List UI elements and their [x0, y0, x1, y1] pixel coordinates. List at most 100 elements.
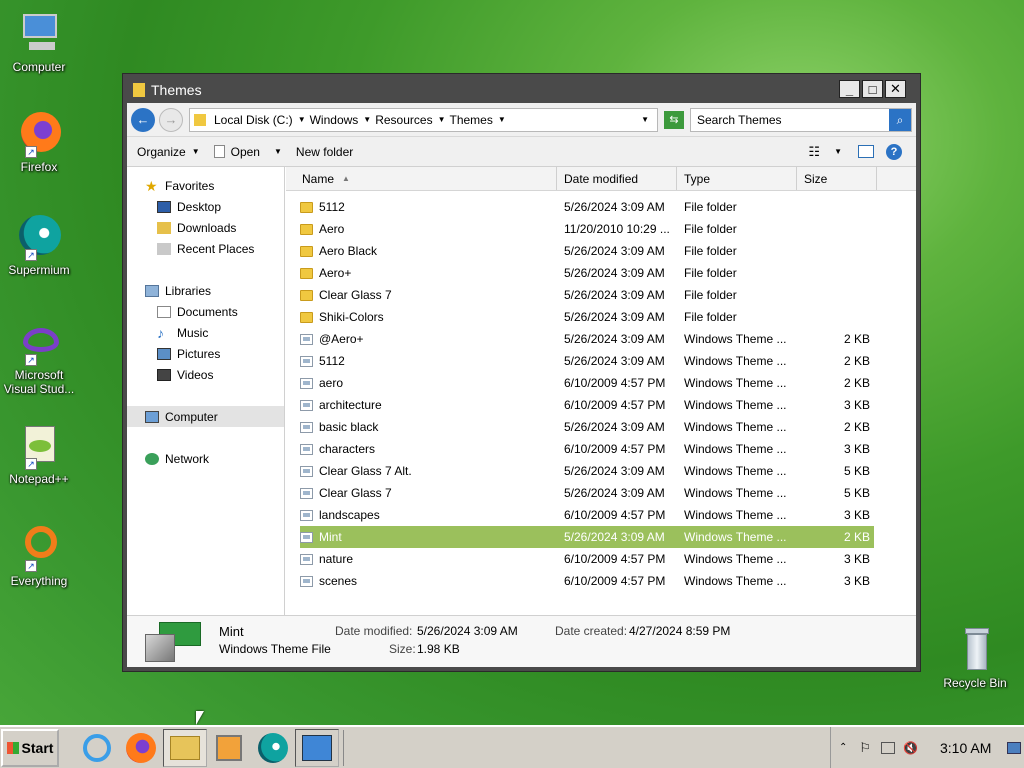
file-row[interactable]: architecture 6/10/2009 4:57 PM Windows The…	[300, 394, 916, 416]
refresh-button[interactable]: ⇆	[664, 110, 684, 129]
column-header-size[interactable]: Size	[797, 167, 877, 190]
details-created-value: 4/27/2024 8:59 PM	[629, 624, 731, 638]
nav-libraries[interactable]: Libraries	[127, 280, 284, 301]
address-bar[interactable]: Local Disk (C:) ▼ Windows ▼ Resources ▼ The…	[189, 107, 658, 132]
clock[interactable]: 3:10 AM	[940, 740, 991, 756]
file-size: 5 KB	[843, 486, 870, 500]
preview-pane-icon[interactable]	[858, 145, 874, 158]
file-row[interactable]: nature 6/10/2009 4:57 PM Windows Theme ...…	[300, 548, 916, 570]
nav-videos[interactable]: Videos	[127, 364, 284, 385]
taskbar-media-player[interactable]	[207, 729, 251, 767]
file-row[interactable]: Shiki-Colors 5/26/2024 3:09 AM File folder	[300, 306, 916, 328]
show-hidden-icons-icon[interactable]: ⌃	[839, 742, 847, 753]
desktop-icon-supermium[interactable]: ↗ Supermium	[2, 213, 76, 277]
chevron-down-icon[interactable]: ▼	[363, 115, 371, 124]
nav-desktop[interactable]: Desktop	[127, 196, 284, 217]
desktop-icon-notepad-plus[interactable]: ↗ Notepad++	[2, 422, 76, 486]
start-button[interactable]: Start	[1, 728, 59, 767]
taskbar-control-panel[interactable]	[295, 728, 339, 767]
file-name: nature	[319, 552, 354, 566]
breadcrumb-local-disk[interactable]: Local Disk (C:) ▼	[214, 113, 306, 127]
help-icon[interactable]: ?	[886, 143, 902, 160]
chevron-down-icon[interactable]: ▼	[298, 115, 306, 124]
search-input[interactable]: Search Themes ⌕	[690, 107, 912, 132]
file-row[interactable]: @Aero+ 5/26/2024 3:09 AM Windows Theme ...…	[300, 328, 916, 350]
chevron-down-icon[interactable]: ▼	[274, 147, 282, 156]
theme-file-icon	[300, 377, 313, 389]
taskbar-internet-explorer[interactable]	[75, 729, 119, 767]
chevron-down-icon[interactable]: ▼	[834, 147, 842, 156]
file-row[interactable]: Clear Glass 7 5/26/2024 3:09 AM File folde…	[300, 284, 916, 306]
file-name: basic black	[319, 420, 379, 434]
nav-documents[interactable]: Documents	[127, 301, 284, 322]
file-row[interactable]: Aero+ 5/26/2024 3:09 AM File folder	[300, 262, 916, 284]
back-button[interactable]: ←	[131, 107, 155, 132]
file-row[interactable]: Clear Glass 7 Alt. 5/26/2024 3:09 AM Windo…	[300, 460, 916, 482]
column-header-type[interactable]: Type	[677, 167, 797, 190]
nav-music[interactable]: ♪ Music	[127, 322, 284, 343]
network-tray-icon[interactable]	[881, 741, 896, 754]
file-row[interactable]: Aero 11/20/2010 10:29 ... File folder	[300, 218, 916, 240]
theme-file-icon	[300, 509, 313, 521]
nav-network[interactable]: Network	[127, 448, 284, 469]
file-row[interactable]: Clear Glass 7 5/26/2024 3:09 AM Windows Th…	[300, 482, 916, 504]
supermium-icon: ↗	[15, 213, 63, 261]
view-options-icon[interactable]: ☷	[808, 144, 820, 160]
desktop-icon-everything[interactable]: ↗ Everything	[2, 524, 76, 588]
file-size: 3 KB	[843, 508, 870, 522]
taskbar-firefox[interactable]	[119, 729, 163, 767]
action-center-flag-icon[interactable]: ⚐	[859, 740, 871, 756]
taskbar-supermium[interactable]	[251, 729, 295, 767]
forward-button[interactable]: →	[159, 107, 183, 132]
volume-muted-icon[interactable]: 🔇	[903, 741, 918, 755]
file-type: File folder	[684, 310, 737, 324]
column-header-date[interactable]: Date modified	[557, 167, 677, 190]
file-row[interactable]: landscapes 6/10/2009 4:57 PM Windows Theme…	[300, 504, 916, 526]
address-history-dropdown[interactable]: ▼	[641, 115, 649, 124]
desktop-icon-visual-studio[interactable]: ↗ Microsoft Visual Stud...	[2, 318, 76, 396]
chevron-down-icon[interactable]: ▼	[498, 115, 506, 124]
column-header-name[interactable]: Name ▲	[286, 167, 557, 190]
breadcrumb-windows[interactable]: Windows ▼	[310, 113, 372, 127]
close-button[interactable]: ✕	[885, 80, 906, 98]
show-desktop-icon[interactable]	[1007, 741, 1022, 754]
nav-favorites[interactable]: ★ Favorites	[127, 175, 284, 196]
file-size: 2 KB	[843, 530, 870, 544]
desktop-icon-recycle-bin[interactable]: Recycle Bin	[938, 626, 1012, 690]
nav-downloads[interactable]: Downloads	[127, 217, 284, 238]
file-date: 5/26/2024 3:09 AM	[564, 310, 665, 324]
folder-icon	[300, 267, 313, 279]
notepad-plus-icon: ↗	[15, 422, 63, 470]
taskbar-explorer[interactable]	[163, 728, 207, 767]
file-date: 11/20/2010 10:29 ...	[564, 222, 670, 236]
search-icon[interactable]: ⌕	[889, 108, 911, 131]
file-row[interactable]: aero 6/10/2009 4:57 PM Windows Theme ... 2 …	[300, 372, 916, 394]
file-row[interactable]: Aero Black 5/26/2024 3:09 AM File folder	[300, 240, 916, 262]
folder-icon	[300, 245, 313, 257]
desktop-icon-firefox[interactable]: ↗ Firefox	[2, 110, 76, 174]
file-row[interactable]: basic black 5/26/2024 3:09 AM Windows Them…	[300, 416, 916, 438]
breadcrumb-themes[interactable]: Themes ▼	[450, 113, 506, 127]
open-button[interactable]: Open ▼	[213, 145, 282, 159]
window-title: Themes	[151, 82, 202, 98]
organize-button[interactable]: Organize ▼	[137, 145, 200, 159]
nav-computer[interactable]: Computer	[127, 406, 284, 427]
file-row[interactable]: 5112 5/26/2024 3:09 AM Windows Theme ... 2 …	[300, 350, 916, 372]
new-folder-button[interactable]: New folder	[296, 145, 353, 159]
file-name: Clear Glass 7	[319, 288, 392, 302]
file-row[interactable]: 5112 5/26/2024 3:09 AM File folder	[300, 196, 916, 218]
nav-pictures[interactable]: Pictures	[127, 343, 284, 364]
file-row[interactable]: scenes 6/10/2009 4:57 PM Windows Theme ...…	[300, 570, 916, 592]
file-name: @Aero+	[319, 332, 364, 346]
maximize-button[interactable]: □	[862, 80, 883, 98]
title-bar[interactable]: Themes	[127, 78, 916, 102]
chevron-down-icon[interactable]: ▼	[438, 115, 446, 124]
minimize-button[interactable]: _	[839, 80, 860, 98]
breadcrumb-label: Local Disk (C:)	[214, 112, 293, 127]
file-date: 5/26/2024 3:09 AM	[564, 420, 665, 434]
nav-recent-places[interactable]: Recent Places	[127, 238, 284, 259]
file-row[interactable]: characters 6/10/2009 4:57 PM Windows Theme…	[300, 438, 916, 460]
desktop-icon-computer[interactable]: Computer	[2, 10, 76, 74]
file-row[interactable]: Mint 5/26/2024 3:09 AM Windows Theme ... 2 …	[300, 526, 874, 548]
breadcrumb-resources[interactable]: Resources ▼	[375, 113, 445, 127]
